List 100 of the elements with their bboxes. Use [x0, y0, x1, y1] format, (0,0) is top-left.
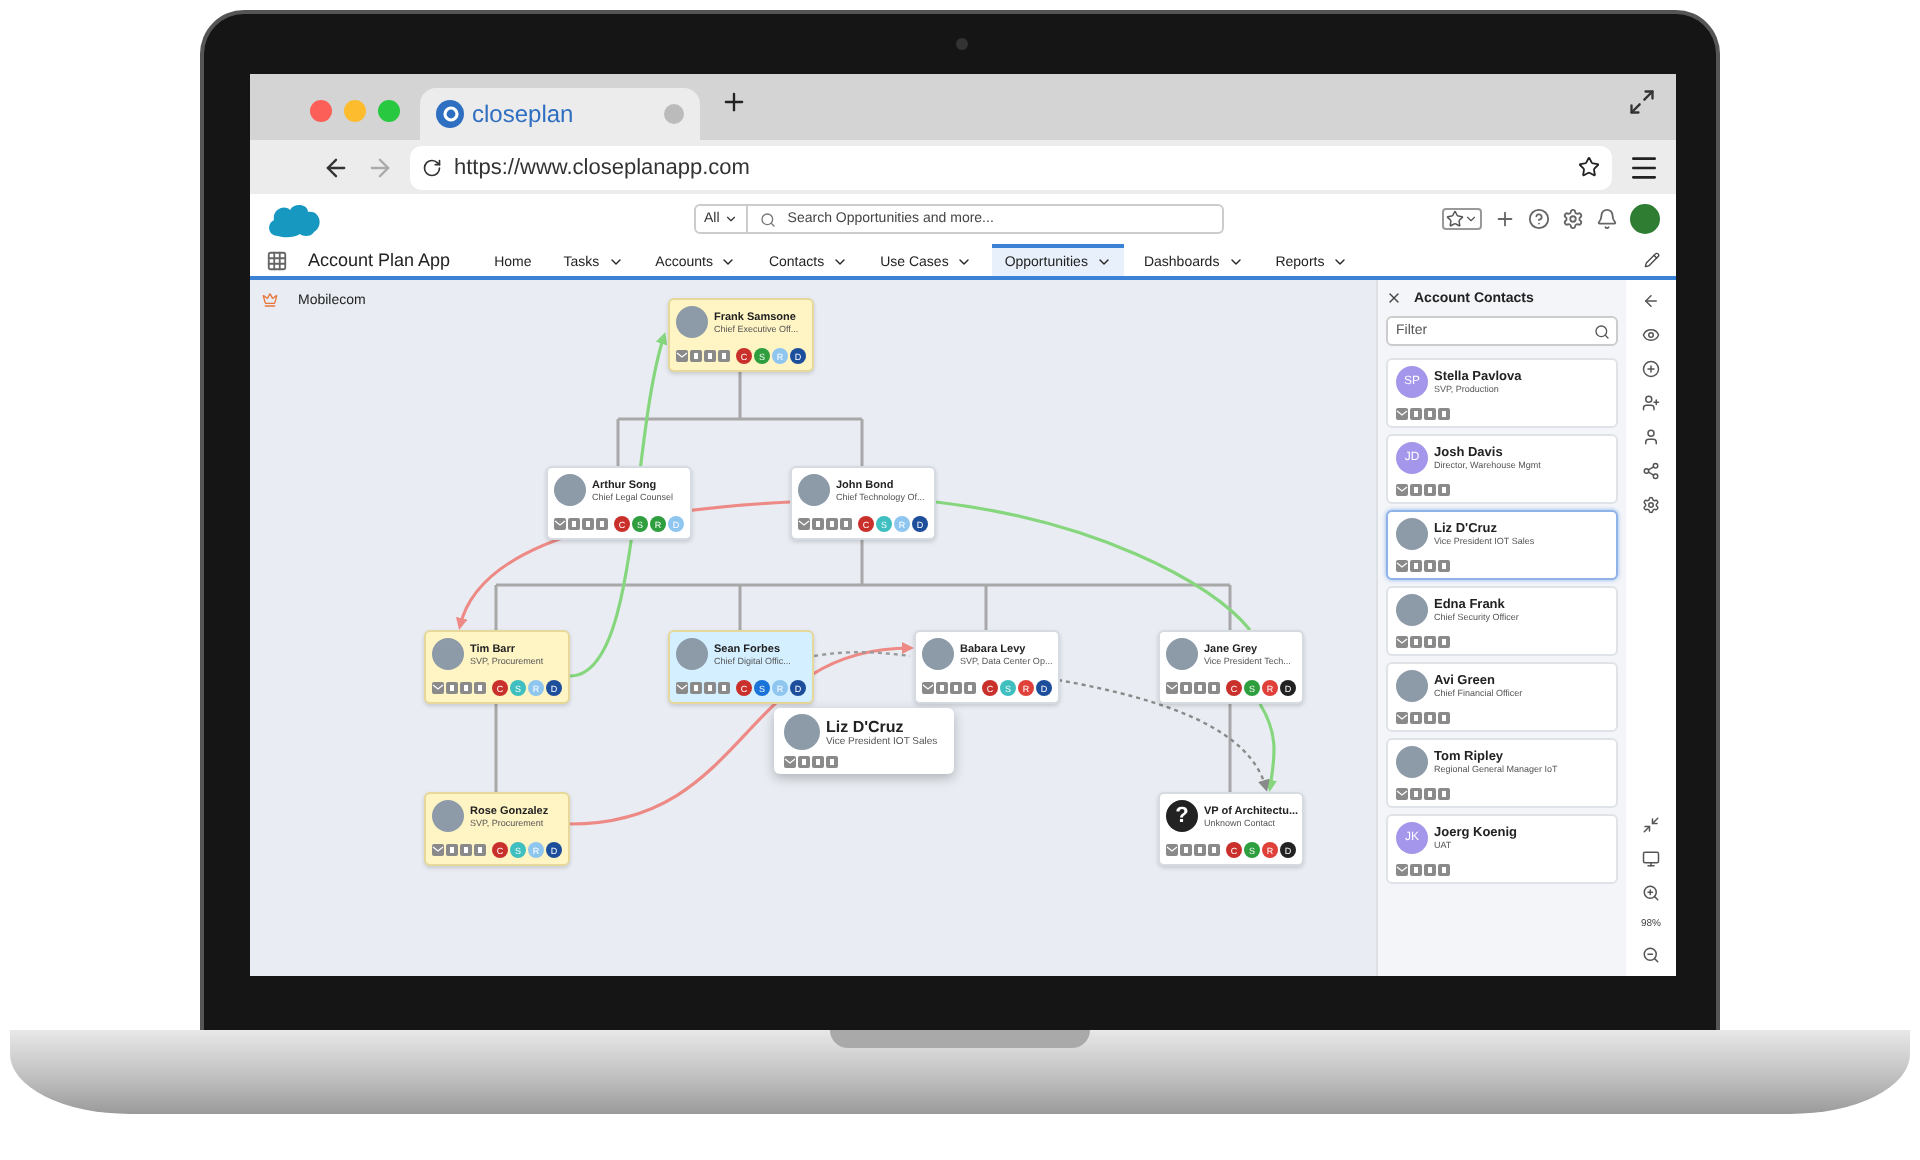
mail-icon[interactable] — [1396, 712, 1408, 724]
social-icon[interactable] — [812, 518, 824, 530]
new-tab-icon[interactable] — [720, 88, 748, 116]
eye-icon[interactable] — [1642, 326, 1660, 344]
social-icon[interactable] — [1410, 788, 1422, 800]
bookmark-icon[interactable] — [1578, 156, 1600, 178]
social-icon[interactable] — [1180, 844, 1192, 856]
settings-icon[interactable] — [1642, 496, 1660, 514]
edit-icon[interactable] — [1644, 252, 1660, 268]
social-icon[interactable] — [1410, 712, 1422, 724]
fit-screen-icon[interactable] — [1642, 816, 1660, 834]
social-icon[interactable] — [474, 844, 486, 856]
mail-icon[interactable] — [1166, 682, 1178, 694]
back-icon[interactable] — [1642, 292, 1660, 310]
social-icon[interactable] — [1208, 844, 1220, 856]
help-icon[interactable] — [1528, 208, 1550, 230]
reload-icon[interactable] — [422, 157, 442, 177]
social-icon[interactable] — [1424, 788, 1436, 800]
browser-tab[interactable]: closeplan — [420, 88, 700, 140]
social-icon[interactable] — [950, 682, 962, 694]
social-icon[interactable] — [446, 682, 458, 694]
social-icon[interactable] — [1410, 864, 1422, 876]
mail-icon[interactable] — [1396, 484, 1408, 496]
social-icon[interactable] — [1438, 484, 1450, 496]
social-icon[interactable] — [1410, 484, 1422, 496]
add-icon[interactable] — [1642, 360, 1660, 378]
mail-icon[interactable] — [784, 756, 796, 768]
mail-icon[interactable] — [1166, 844, 1178, 856]
settings-icon[interactable] — [1562, 208, 1584, 230]
app-launcher-icon[interactable] — [266, 249, 288, 271]
social-icon[interactable] — [704, 350, 716, 362]
social-icon[interactable] — [446, 844, 458, 856]
social-icon[interactable] — [704, 682, 716, 694]
mail-icon[interactable] — [1396, 788, 1408, 800]
mail-icon[interactable] — [798, 518, 810, 530]
mail-icon[interactable] — [554, 518, 566, 530]
social-icon[interactable] — [1180, 682, 1192, 694]
social-icon[interactable] — [568, 518, 580, 530]
social-icon[interactable] — [826, 756, 838, 768]
social-icon[interactable] — [718, 682, 730, 694]
zoom-out-icon[interactable] — [1642, 946, 1660, 964]
address-bar[interactable]: https://www.closeplanapp.com — [410, 145, 1612, 189]
user-icon[interactable] — [1642, 428, 1660, 446]
mail-icon[interactable] — [1396, 408, 1408, 420]
social-icon[interactable] — [1438, 408, 1450, 420]
social-icon[interactable] — [1438, 864, 1450, 876]
mail-icon[interactable] — [676, 682, 688, 694]
mail-icon[interactable] — [1396, 864, 1408, 876]
mail-icon[interactable] — [1396, 636, 1408, 648]
social-icon[interactable] — [1438, 788, 1450, 800]
social-icon[interactable] — [1410, 408, 1422, 420]
social-icon[interactable] — [1438, 712, 1450, 724]
menu-icon[interactable] — [1628, 151, 1660, 183]
close-icon[interactable] — [1386, 290, 1402, 306]
social-icon[interactable] — [840, 518, 852, 530]
social-icon[interactable] — [812, 756, 824, 768]
social-icon[interactable] — [1438, 560, 1450, 572]
social-icon[interactable] — [826, 518, 838, 530]
close-window-button[interactable] — [310, 100, 332, 122]
social-icon[interactable] — [1424, 484, 1436, 496]
mail-icon[interactable] — [432, 844, 444, 856]
social-icon[interactable] — [460, 682, 472, 694]
monitor-icon[interactable] — [1642, 850, 1660, 868]
social-icon[interactable] — [1410, 636, 1422, 648]
social-icon[interactable] — [718, 350, 730, 362]
social-icon[interactable] — [1208, 682, 1220, 694]
social-icon[interactable] — [1194, 844, 1206, 856]
social-icon[interactable] — [1424, 408, 1436, 420]
social-icon[interactable] — [1194, 682, 1206, 694]
social-icon[interactable] — [596, 518, 608, 530]
social-icon[interactable] — [1410, 560, 1422, 572]
social-icon[interactable] — [582, 518, 594, 530]
add-icon[interactable] — [1494, 208, 1516, 230]
social-icon[interactable] — [936, 682, 948, 694]
social-icon[interactable] — [474, 682, 486, 694]
mail-icon[interactable] — [1396, 560, 1408, 572]
share-icon[interactable] — [1642, 462, 1660, 480]
camera-icon — [956, 38, 968, 50]
mail-icon[interactable] — [922, 682, 934, 694]
social-icon[interactable] — [1424, 560, 1436, 572]
social-icon[interactable] — [460, 844, 472, 856]
bell-icon[interactable] — [1596, 208, 1618, 230]
social-icon[interactable] — [690, 682, 702, 694]
social-icon[interactable] — [964, 682, 976, 694]
tree-connector — [494, 702, 498, 794]
social-icon[interactable] — [690, 350, 702, 362]
zoom-in-icon[interactable] — [1642, 884, 1660, 902]
social-icon[interactable] — [1424, 712, 1436, 724]
user-avatar[interactable] — [1630, 204, 1660, 234]
social-icon[interactable] — [798, 756, 810, 768]
social-icon[interactable] — [1424, 864, 1436, 876]
fullscreen-icon[interactable] — [1628, 88, 1656, 116]
back-icon[interactable] — [322, 153, 350, 181]
forward-icon[interactable] — [366, 153, 394, 181]
favorites-button[interactable] — [1442, 208, 1482, 230]
social-icon[interactable] — [1424, 636, 1436, 648]
add-user-icon[interactable] — [1642, 394, 1660, 412]
mail-icon[interactable] — [676, 350, 688, 362]
mail-icon[interactable] — [432, 682, 444, 694]
social-icon[interactable] — [1438, 636, 1450, 648]
